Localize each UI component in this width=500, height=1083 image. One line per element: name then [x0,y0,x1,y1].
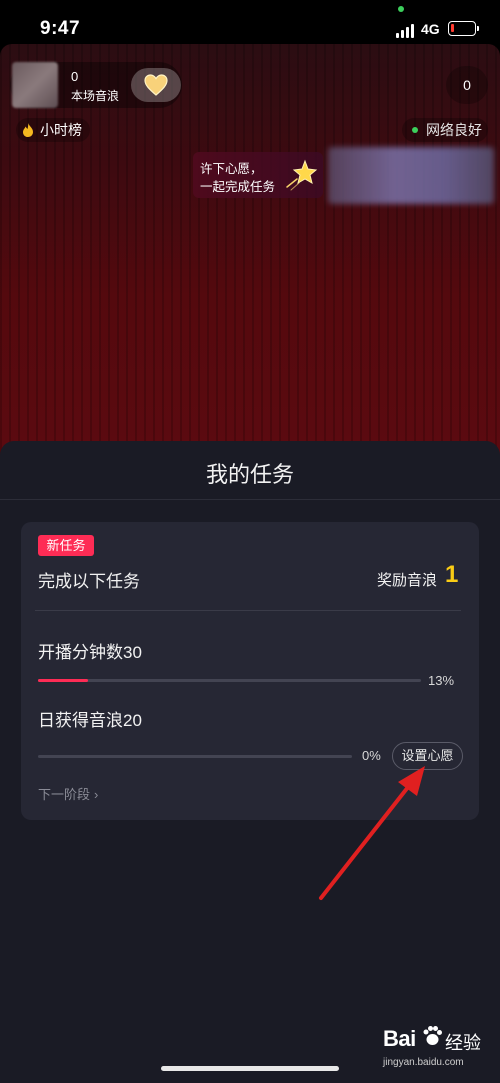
task-progress-bar [38,679,421,682]
viewer-count[interactable]: 0 [446,66,488,104]
task-label: 开播分钟数30 [38,643,142,662]
fan-club-button[interactable] [131,68,181,102]
home-indicator[interactable] [161,1066,339,1071]
wish-banner-line1: 许下心愿， [200,162,263,176]
baidu-watermark: Bai 经验 jingyan.baidu.com [383,1023,495,1079]
reward-value: 1 [445,561,459,588]
watermark-suffix: 经验 [445,1033,481,1053]
task-label: 日获得音浪20 [38,711,142,730]
green-dot-icon [412,127,418,133]
flame-icon [23,123,33,137]
star-icon [286,159,318,191]
recording-dot-icon [398,6,404,12]
task-heading: 完成以下任务 [38,572,140,591]
task-progress-fill [38,679,88,682]
hour-rank-button[interactable]: 小时榜 [16,118,90,142]
blurred-comment [328,147,494,204]
network-status: 网络良好 [402,118,488,142]
sheet-title: 我的任务 [205,462,294,487]
task-card: 新任务 完成以下任务 奖励音浪 1 开播分钟数30 13% 日获得音浪20 0%… [21,522,479,820]
task-percent: 13% [428,673,455,688]
status-time: 9:47 [40,18,81,39]
status-bar: 9:47 4G [0,0,500,44]
network-type: 4G [421,21,440,37]
task-percent: 0% [362,748,381,763]
sheet-divider [0,499,500,500]
watermark-url: jingyan.baidu.com [383,1057,464,1068]
reward-label: 奖励音浪 [377,572,438,589]
task-progress-bar [38,755,352,758]
new-task-badge: 新任务 [38,535,94,556]
host-sound-wave-count: 0 [71,69,79,84]
wish-banner-line2: 一起完成任务 [200,180,276,194]
paw-icon [423,1026,442,1045]
task-sheet: 我的任务 新任务 完成以下任务 奖励音浪 1 开播分钟数30 13% 日获得音浪… [0,441,500,1083]
battery-icon [448,21,479,36]
host-sound-wave-label: 本场音浪 [71,89,120,103]
set-wish-button[interactable]: 设置心愿 [392,742,463,770]
network-status-label: 网络良好 [426,122,482,138]
hour-rank-label: 小时榜 [40,122,82,138]
host-avatar[interactable] [12,62,58,108]
battery-level [451,24,454,32]
next-stage-label: 下一阶段 [38,787,91,802]
chevron-right-icon: › [94,787,99,802]
next-stage-link[interactable]: 下一阶段 › [38,784,98,803]
signal-icon [396,24,414,38]
wish-banner[interactable]: 许下心愿， 一起完成任务 [193,152,323,198]
heart-icon [144,74,168,96]
card-divider [35,610,461,611]
watermark-logo: Bai [383,1026,416,1051]
